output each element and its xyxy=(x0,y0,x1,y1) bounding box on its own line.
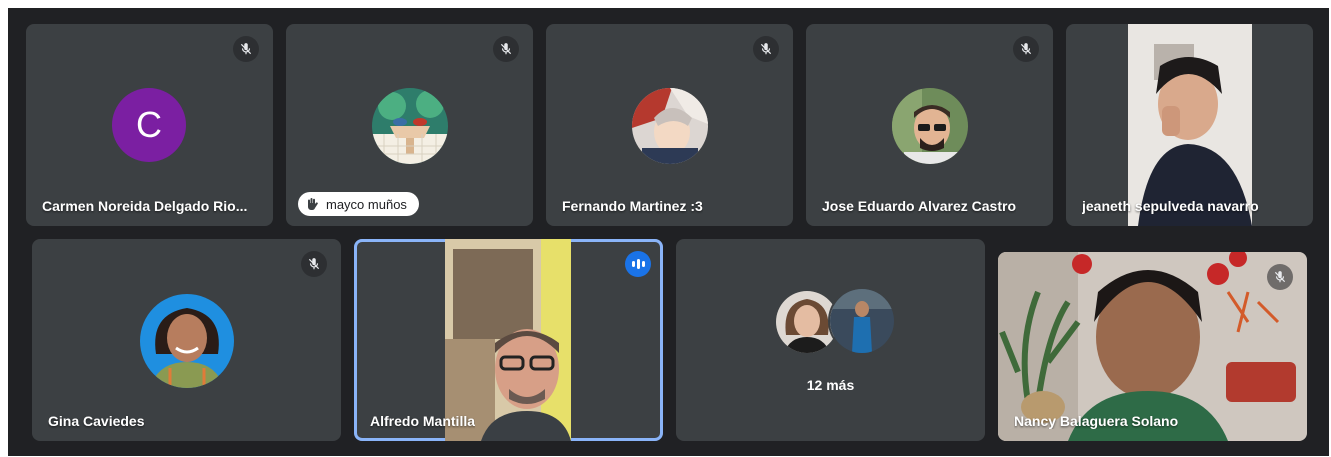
participant-tile-mayco[interactable]: mayco muños xyxy=(286,24,533,226)
avatar: C xyxy=(112,88,186,162)
mic-off-icon xyxy=(753,36,779,62)
more-participants-tile[interactable]: 12 más xyxy=(676,239,985,441)
participant-tile-carmen[interactable]: C Carmen Noreida Delgado Rio... xyxy=(26,24,273,226)
participant-tile-jose[interactable]: Jose Eduardo Alvarez Castro xyxy=(806,24,1053,226)
avatar xyxy=(892,88,968,164)
participant-name: mayco muños xyxy=(326,196,407,212)
participant-tile-fernando[interactable]: Fernando Martinez :3 xyxy=(546,24,793,226)
participant-tile-gina[interactable]: Gina Caviedes xyxy=(32,239,341,441)
avatar xyxy=(140,294,234,388)
mic-off-icon xyxy=(233,36,259,62)
participant-video xyxy=(1128,24,1252,226)
hand-icon xyxy=(308,198,318,211)
participant-name: jeaneth sepulveda navarro xyxy=(1082,198,1259,214)
meeting-grid: C Carmen Noreida Delgado Rio... mayco mu… xyxy=(8,8,1329,456)
avatar xyxy=(372,88,448,164)
participant-name: Carmen Noreida Delgado Rio... xyxy=(42,198,248,214)
participant-name: Jose Eduardo Alvarez Castro xyxy=(822,198,1016,214)
participant-video xyxy=(445,239,571,441)
participant-tile-alfredo[interactable]: Alfredo Mantilla xyxy=(354,239,663,441)
pinned-name-chip: mayco muños xyxy=(298,192,419,216)
speaking-indicator-icon xyxy=(625,251,651,277)
participant-tile-nancy[interactable]: Nancy Balaguera Solano xyxy=(998,252,1307,441)
avatar xyxy=(828,287,896,355)
participant-tile-jeaneth[interactable]: jeaneth sepulveda navarro xyxy=(1066,24,1313,226)
mic-off-icon xyxy=(493,36,519,62)
participant-name: Fernando Martinez :3 xyxy=(562,198,703,214)
mic-off-icon xyxy=(1013,36,1039,62)
avatar xyxy=(632,88,708,164)
participant-name: Alfredo Mantilla xyxy=(370,413,476,429)
participant-name: Gina Caviedes xyxy=(48,413,145,429)
more-participants-label: 12 más xyxy=(806,377,855,393)
mic-off-icon xyxy=(301,251,327,277)
participant-name: Nancy Balaguera Solano xyxy=(1014,413,1179,429)
mic-off-icon xyxy=(1267,264,1293,290)
